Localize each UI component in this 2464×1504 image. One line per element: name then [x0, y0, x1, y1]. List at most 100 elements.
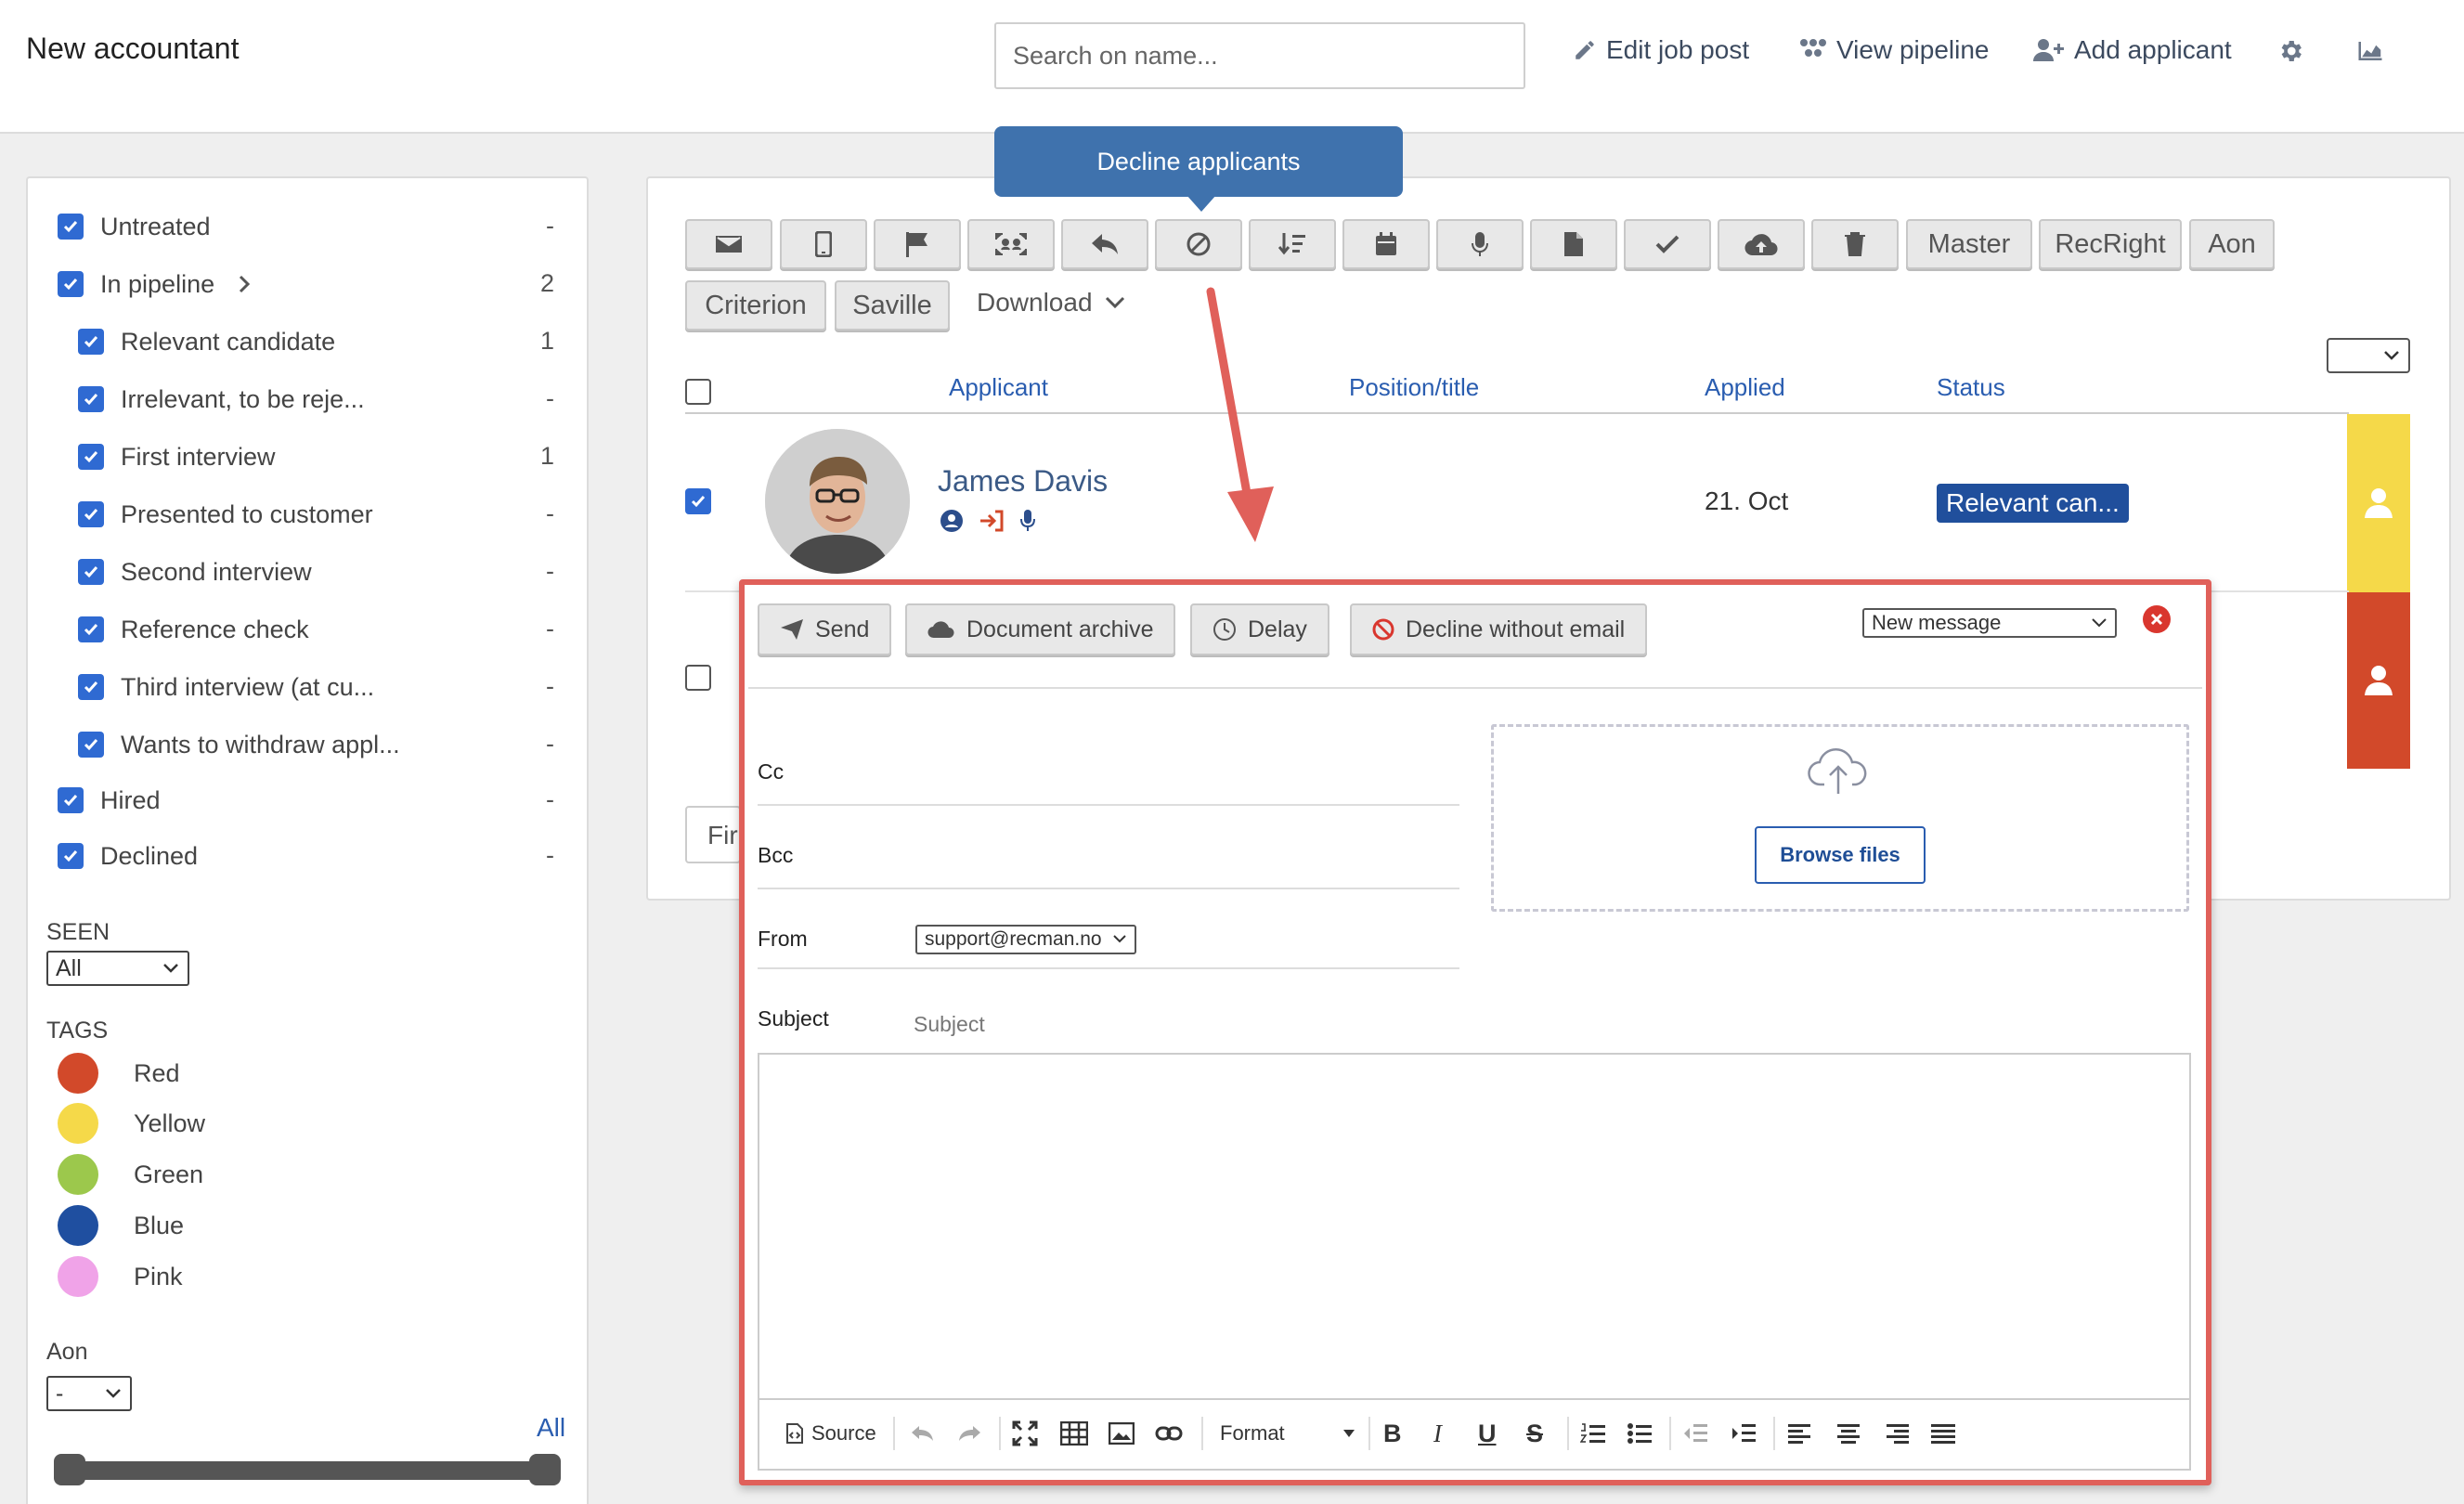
- image-button[interactable]: [1109, 1417, 1135, 1450]
- decline-button[interactable]: [1155, 219, 1242, 269]
- view-pipeline-link[interactable]: View pipeline: [1799, 35, 1990, 65]
- status-filter-in-pipeline[interactable]: In pipeline: [58, 266, 252, 303]
- chevron-right-icon[interactable]: [237, 274, 252, 294]
- upload-button[interactable]: [1718, 219, 1805, 269]
- document-archive-button[interactable]: Document archive: [905, 603, 1176, 655]
- tag-red[interactable]: Red: [58, 1053, 180, 1094]
- add-applicant-link[interactable]: Add applicant: [2033, 35, 2232, 65]
- status-filter-relevant-candidate[interactable]: Relevant candidate: [78, 323, 335, 360]
- tag-yellow[interactable]: Yellow: [58, 1103, 205, 1144]
- link-button[interactable]: [1155, 1417, 1183, 1450]
- gear-icon[interactable]: [2276, 37, 2304, 65]
- undo-button[interactable]: [910, 1417, 936, 1450]
- sms-button[interactable]: [780, 219, 867, 269]
- criterion-button[interactable]: Criterion: [685, 280, 826, 331]
- status-filter-hired[interactable]: Hired: [58, 782, 161, 819]
- table-button[interactable]: [1060, 1417, 1088, 1450]
- status-badge[interactable]: Relevant can...: [1937, 484, 2129, 523]
- align-right-button[interactable]: [1885, 1417, 1909, 1450]
- column-header-applicant[interactable]: Applicant: [949, 373, 1048, 402]
- source-button[interactable]: Source: [785, 1417, 876, 1450]
- tag-strip-yellow[interactable]: [2347, 414, 2410, 592]
- checkbox[interactable]: [78, 444, 104, 470]
- applicant-name[interactable]: James Davis: [938, 464, 1108, 499]
- scan-button[interactable]: [967, 219, 1055, 269]
- status-filter-second-interview[interactable]: Second interview: [78, 553, 312, 590]
- bold-button[interactable]: B: [1383, 1417, 1402, 1450]
- download-dropdown[interactable]: Download: [977, 288, 1126, 318]
- checkbox[interactable]: [78, 732, 104, 758]
- tag-blue[interactable]: Blue: [58, 1205, 184, 1246]
- aon-slider-track[interactable]: [54, 1461, 559, 1480]
- status-filter-reference-check[interactable]: Reference check: [78, 611, 309, 648]
- outdent-button[interactable]: [1682, 1417, 1708, 1450]
- chart-icon[interactable]: [2356, 37, 2384, 65]
- checkbox[interactable]: [78, 329, 104, 355]
- checkbox[interactable]: [78, 616, 104, 642]
- aon-select[interactable]: -: [46, 1376, 132, 1411]
- bcc-field[interactable]: [758, 888, 1459, 889]
- recright-button[interactable]: RecRight: [2039, 219, 2182, 269]
- status-filter-third-interview[interactable]: Third interview (at cu...: [78, 668, 374, 706]
- status-filter-presented-to-customer[interactable]: Presented to customer: [78, 496, 373, 533]
- underline-button[interactable]: U: [1478, 1417, 1497, 1450]
- redo-button[interactable]: [956, 1417, 982, 1450]
- numbered-list-button[interactable]: [1580, 1417, 1606, 1450]
- row-checkbox[interactable]: [685, 665, 711, 691]
- indent-button[interactable]: [1731, 1417, 1757, 1450]
- row-checkbox[interactable]: [685, 488, 711, 514]
- tag-strip-red[interactable]: [2347, 592, 2410, 769]
- close-icon[interactable]: [2143, 605, 2171, 633]
- status-filter-irrelevant[interactable]: Irrelevant, to be reje...: [78, 381, 365, 418]
- document-button[interactable]: [1530, 219, 1617, 269]
- column-header-position[interactable]: Position/title: [1349, 373, 1479, 402]
- from-select[interactable]: support@recman.no: [915, 925, 1136, 954]
- checkbox[interactable]: [58, 214, 84, 240]
- slider-max-handle[interactable]: [529, 1454, 561, 1485]
- flag-button[interactable]: [874, 219, 961, 269]
- checkbox[interactable]: [78, 674, 104, 700]
- approve-button[interactable]: [1624, 219, 1711, 269]
- email-button[interactable]: [685, 219, 772, 269]
- seen-select[interactable]: All: [46, 951, 189, 986]
- maximize-button[interactable]: [1012, 1417, 1038, 1450]
- checkbox[interactable]: [58, 787, 84, 813]
- message-template-select[interactable]: New message: [1862, 608, 2117, 638]
- search-input[interactable]: [994, 22, 1525, 89]
- saville-button[interactable]: Saville: [835, 280, 950, 331]
- decline-without-email-button[interactable]: Decline without email: [1350, 603, 1648, 655]
- checkbox[interactable]: [78, 559, 104, 585]
- align-left-button[interactable]: [1788, 1417, 1812, 1450]
- footer-button[interactable]: Fir: [685, 806, 741, 863]
- bullet-list-button[interactable]: [1627, 1417, 1653, 1450]
- calendar-button[interactable]: [1342, 219, 1430, 269]
- delay-button[interactable]: Delay: [1190, 603, 1329, 655]
- status-filter-wants-to-withdraw[interactable]: Wants to withdraw appl...: [78, 726, 400, 763]
- checkbox[interactable]: [58, 271, 84, 297]
- align-center-button[interactable]: [1836, 1417, 1861, 1450]
- slider-min-handle[interactable]: [54, 1454, 85, 1485]
- italic-button[interactable]: I: [1433, 1417, 1442, 1450]
- aon-button[interactable]: Aon: [2189, 219, 2275, 269]
- tag-green[interactable]: Green: [58, 1154, 203, 1195]
- reply-button[interactable]: [1061, 219, 1148, 269]
- status-filter-untreated[interactable]: Untreated: [58, 208, 211, 245]
- column-selector[interactable]: [2327, 338, 2410, 373]
- checkbox[interactable]: [78, 386, 104, 412]
- sort-button[interactable]: [1249, 219, 1336, 269]
- status-filter-declined[interactable]: Declined: [58, 837, 198, 875]
- send-button[interactable]: Send: [758, 603, 892, 655]
- subject-input[interactable]: [914, 1008, 1656, 1040]
- select-all-checkbox[interactable]: [685, 379, 711, 405]
- browse-files-button[interactable]: Browse files: [1755, 826, 1926, 884]
- format-select[interactable]: Format: [1220, 1417, 1355, 1450]
- column-header-status[interactable]: Status: [1937, 373, 2005, 402]
- all-link[interactable]: All: [537, 1413, 565, 1443]
- status-filter-first-interview[interactable]: First interview: [78, 438, 276, 475]
- master-button[interactable]: Master: [1906, 219, 2032, 269]
- avatar[interactable]: [765, 429, 910, 574]
- strikethrough-button[interactable]: S: [1526, 1417, 1543, 1450]
- cc-field[interactable]: [758, 804, 1459, 806]
- justify-button[interactable]: [1931, 1417, 1955, 1450]
- voice-button[interactable]: [1436, 219, 1524, 269]
